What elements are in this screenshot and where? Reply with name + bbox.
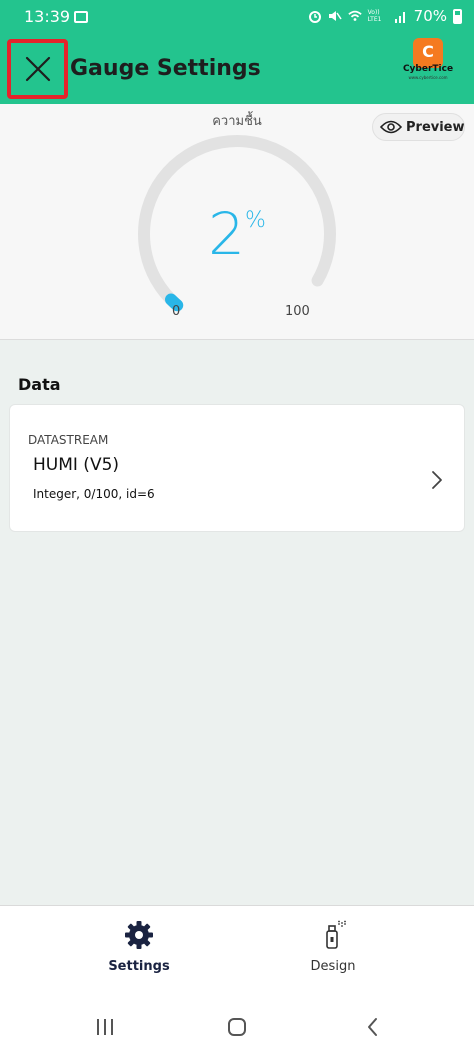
- preview-button[interactable]: Preview: [372, 113, 465, 141]
- status-icons: Vo)) LTE1 70%: [308, 7, 462, 25]
- status-time: 13:39: [24, 7, 71, 26]
- status-bar: 13:39 Vo)) LTE1 70%: [0, 0, 474, 34]
- lte-indicator: Vo)) LTE1: [367, 9, 382, 23]
- gauge-value-number: 2: [208, 200, 245, 268]
- bottom-nav: Settings Design: [0, 905, 474, 1053]
- close-icon: [25, 56, 51, 82]
- logo-subtext: www.cybertice.com: [408, 75, 448, 80]
- logo-text: CyberTice: [402, 64, 454, 74]
- app-header: Gauge Settings CyberTice www.cybertice.c…: [0, 34, 474, 104]
- datastream-name: HUMI (V5): [33, 455, 120, 475]
- chevron-right-icon: [432, 471, 442, 489]
- system-navigation-bar: [0, 1010, 474, 1050]
- cybertice-logo: CyberTice www.cybertice.com: [402, 34, 454, 86]
- gauge-value-unit: %: [245, 208, 266, 233]
- alarm-icon: [308, 11, 321, 23]
- battery-icon: [453, 8, 462, 24]
- tab-settings-label: Settings: [108, 959, 170, 974]
- tab-design[interactable]: Design: [273, 920, 393, 974]
- datastream-card[interactable]: DATASTREAM HUMI (V5) Integer, 0/100, id=…: [9, 404, 465, 532]
- tab-design-label: Design: [310, 959, 356, 974]
- page-title: Gauge Settings: [70, 56, 261, 81]
- preview-button-label: Preview: [406, 120, 465, 135]
- battery-percent: 70%: [413, 7, 447, 25]
- gauge-value: 2%: [0, 200, 474, 268]
- eye-icon: [380, 120, 402, 134]
- recents-icon[interactable]: [94, 1016, 116, 1038]
- home-icon[interactable]: [226, 1016, 248, 1038]
- gauge-min-label: 0: [172, 304, 181, 319]
- image-notification-icon: [74, 11, 88, 23]
- gauge-max-label: 100: [285, 304, 310, 319]
- datastream-meta: Integer, 0/100, id=6: [33, 487, 155, 501]
- wifi-icon: [347, 10, 362, 21]
- tab-settings[interactable]: Settings: [79, 920, 199, 974]
- close-button[interactable]: [7, 39, 68, 99]
- gauge-preview-panel: ความชื้น Preview 2% 0 100: [0, 104, 474, 340]
- back-icon[interactable]: [362, 1016, 384, 1038]
- data-section-title: Data: [18, 375, 61, 394]
- mute-icon: [328, 11, 342, 21]
- datastream-caption: DATASTREAM: [28, 433, 109, 447]
- spray-can-icon: [326, 920, 346, 949]
- gear-icon: [125, 921, 153, 949]
- signal-icon: [394, 12, 405, 23]
